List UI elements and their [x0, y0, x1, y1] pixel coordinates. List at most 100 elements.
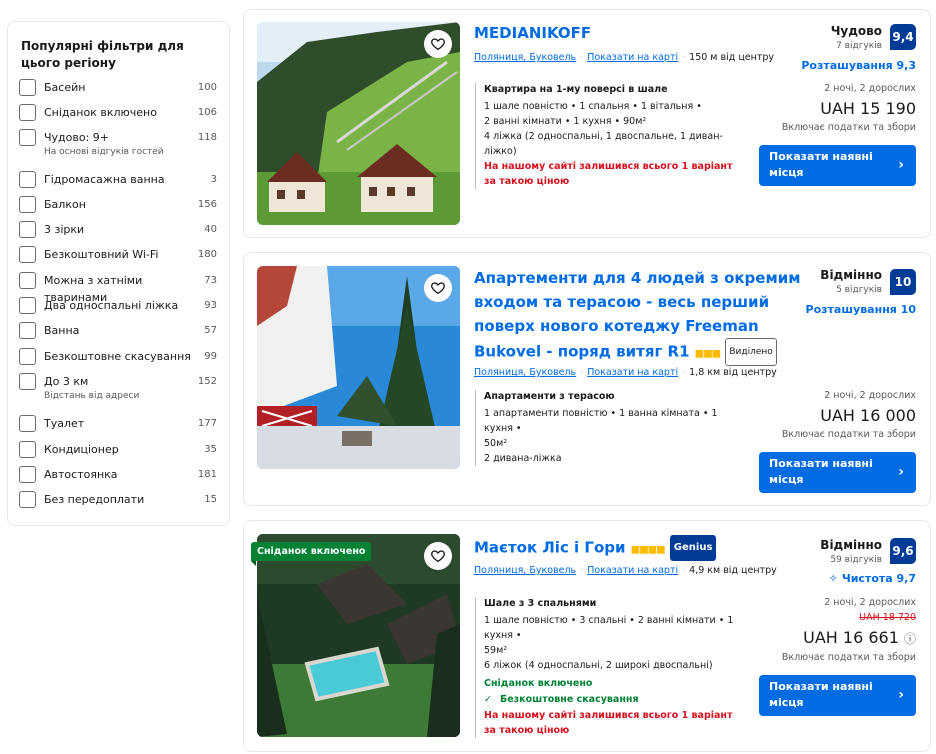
location-link[interactable]: Поляниця, Буковель [474, 52, 576, 63]
property-photo[interactable]: Сніданок включено [251, 534, 460, 737]
filter-wifi[interactable]: Безкоштовний Wi-Fi 180 [19, 246, 217, 263]
filter-count: 118 [197, 132, 217, 143]
filter-label: Гідромасажна ванна [44, 173, 165, 186]
filter-3-stars[interactable]: 3 зірки 40 [19, 221, 217, 238]
sparkle-icon: ✧ [828, 572, 838, 585]
cleanliness-score: ✧ Чистота 9,7 [829, 572, 916, 585]
filter-sublabel: На основі відгуків гостей [44, 147, 164, 157]
property-title-text[interactable]: Маєток Ліс і Гори [474, 539, 626, 557]
filter-label: Безкоштовне скасування [44, 350, 191, 363]
property-card: Сніданок включено Маєток Ліс і Гори ■■■■… [243, 520, 931, 752]
filter-label: Два односпальні ліжка [44, 299, 179, 312]
filters-title: Популярні фільтри для цього регіону [21, 39, 184, 70]
filter-superb[interactable]: Чудово: 9+ 118 На основі відгуків гостей [19, 129, 217, 157]
checkbox[interactable] [19, 79, 36, 96]
location-link[interactable]: Поляниця, Буковель [474, 367, 576, 378]
property-photo[interactable] [257, 266, 460, 469]
filter-ac[interactable]: Кондиціонер 35 [19, 441, 217, 458]
filter-count: 3 [210, 174, 217, 185]
room-line: 1 апартаменти повністю • 1 ванна кімната… [484, 408, 718, 434]
room-details: Квартира на 1-му поверсі в шале 1 шале п… [475, 83, 743, 189]
checkbox[interactable] [19, 373, 36, 390]
button-label: Показати наявні місця [769, 680, 873, 709]
property-title[interactable]: Маєток Ліс і Гори ■■■■ Genius [474, 535, 717, 563]
location-link[interactable]: Поляниця, Буковель [474, 565, 576, 576]
stars-icon: ■■■ [694, 348, 721, 360]
checkbox[interactable] [19, 415, 36, 432]
nights-guests: 2 ночі, 2 дорослих [824, 390, 916, 401]
room-details: Апартаменти з терасою 1 апартаменти повн… [475, 390, 743, 466]
filter-count: 100 [197, 82, 217, 93]
filter-pool[interactable]: Басейн 100 [19, 79, 217, 96]
filter-hot-tub[interactable]: Гідромасажна ванна 3 [19, 171, 217, 188]
room-title: Квартира на 1-му поверсі в шале [484, 84, 668, 95]
property-photo[interactable] [257, 22, 460, 225]
property-title[interactable]: MEDIANIKOFF [474, 21, 591, 45]
see-availability-button[interactable]: Показати наявні місця › [759, 452, 916, 493]
info-icon[interactable]: ⓘ [904, 632, 916, 646]
checkbox[interactable] [19, 348, 36, 365]
see-availability-button[interactable]: Показати наявні місця › [759, 675, 916, 716]
show-on-map-link[interactable]: Показати на карті [587, 52, 678, 63]
old-price: UAH 18 720 [859, 612, 916, 623]
heart-icon[interactable] [424, 30, 452, 58]
checkbox[interactable] [19, 104, 36, 121]
location-line: Поляниця, Буковель · Показати на карті · 4,9… [474, 565, 777, 576]
filter-breakfast[interactable]: Сніданок включено 106 [19, 104, 217, 121]
stars-icon: ■■■■ [630, 544, 666, 556]
checkbox[interactable] [19, 246, 36, 263]
room-title: Апартаменти з терасою [484, 391, 615, 402]
checkbox[interactable] [19, 129, 36, 146]
see-availability-button[interactable]: Показати наявні місця › [759, 145, 916, 186]
checkbox[interactable] [19, 322, 36, 339]
filter-count: 156 [197, 199, 217, 210]
taxes-note: Включає податки та збори [781, 122, 916, 133]
filter-count: 15 [204, 494, 217, 505]
checkbox[interactable] [19, 441, 36, 458]
price: UAH 16 661 [803, 628, 899, 647]
rating-word: Відмінно [820, 268, 882, 282]
filter-bathtub[interactable]: Ванна 57 [19, 322, 217, 339]
checkbox[interactable] [19, 297, 36, 314]
checkbox[interactable] [19, 491, 36, 508]
checkbox[interactable] [19, 221, 36, 238]
filter-twin-beds[interactable]: Два односпальні ліжка 93 [19, 297, 217, 314]
filter-label: Безкоштовний Wi-Fi [44, 248, 159, 261]
filter-no-prepayment[interactable]: Без передоплати 15 [19, 491, 217, 508]
room-line: 2 дивана-ліжка [484, 453, 562, 464]
checkbox[interactable] [19, 196, 36, 213]
filter-count: 57 [204, 325, 217, 336]
filter-label: Кондиціонер [44, 443, 119, 456]
filter-label: Без передоплати [44, 493, 145, 506]
room-line: 4 ліжка (2 односпальні, 1 двоспальне, 1 … [484, 131, 723, 157]
filter-toilet[interactable]: Туалет 177 [19, 415, 217, 432]
filter-distance-3km[interactable]: До 3 км 152 Відстань від адреси [19, 373, 217, 401]
property-card: MEDIANIKOFF Поляниця, Буковель · Показати … [243, 9, 931, 238]
review-count: 5 відгуків [836, 285, 882, 295]
filter-label: Автостоянка [44, 468, 118, 481]
heart-icon[interactable] [424, 542, 452, 570]
check-icon: ✓ [484, 694, 492, 705]
filter-balcony[interactable]: Балкон 156 [19, 196, 217, 213]
checkbox[interactable] [19, 171, 36, 188]
rating-word: Відмінно [820, 538, 882, 552]
filter-free-cancel[interactable]: Безкоштовне скасування 99 [19, 348, 217, 365]
nights-guests: 2 ночі, 2 дорослих [824, 597, 916, 608]
taxes-note: Включає податки та збори [781, 652, 916, 663]
checkbox[interactable] [19, 272, 36, 289]
heart-icon[interactable] [424, 274, 452, 302]
breakfast-included: Сніданок включено [484, 678, 593, 689]
score-badge: 10 [890, 269, 916, 295]
filter-parking[interactable]: Автостоянка 181 [19, 466, 217, 483]
filter-count: 152 [197, 376, 217, 387]
property-title[interactable]: Апартементи для 4 людей з окремим входом… [474, 266, 804, 367]
show-on-map-link[interactable]: Показати на карті [587, 367, 678, 378]
filter-count: 73 [204, 275, 217, 286]
filter-count: 180 [197, 249, 217, 260]
rating-word: Чудово [830, 24, 882, 38]
price: UAH 15 190 [820, 99, 916, 118]
filter-label: Балкон [44, 198, 86, 211]
show-on-map-link[interactable]: Показати на карті [587, 565, 678, 576]
checkbox[interactable] [19, 466, 36, 483]
room-line: 2 ванні кімнати • 1 кухня • 90м² [484, 116, 647, 127]
